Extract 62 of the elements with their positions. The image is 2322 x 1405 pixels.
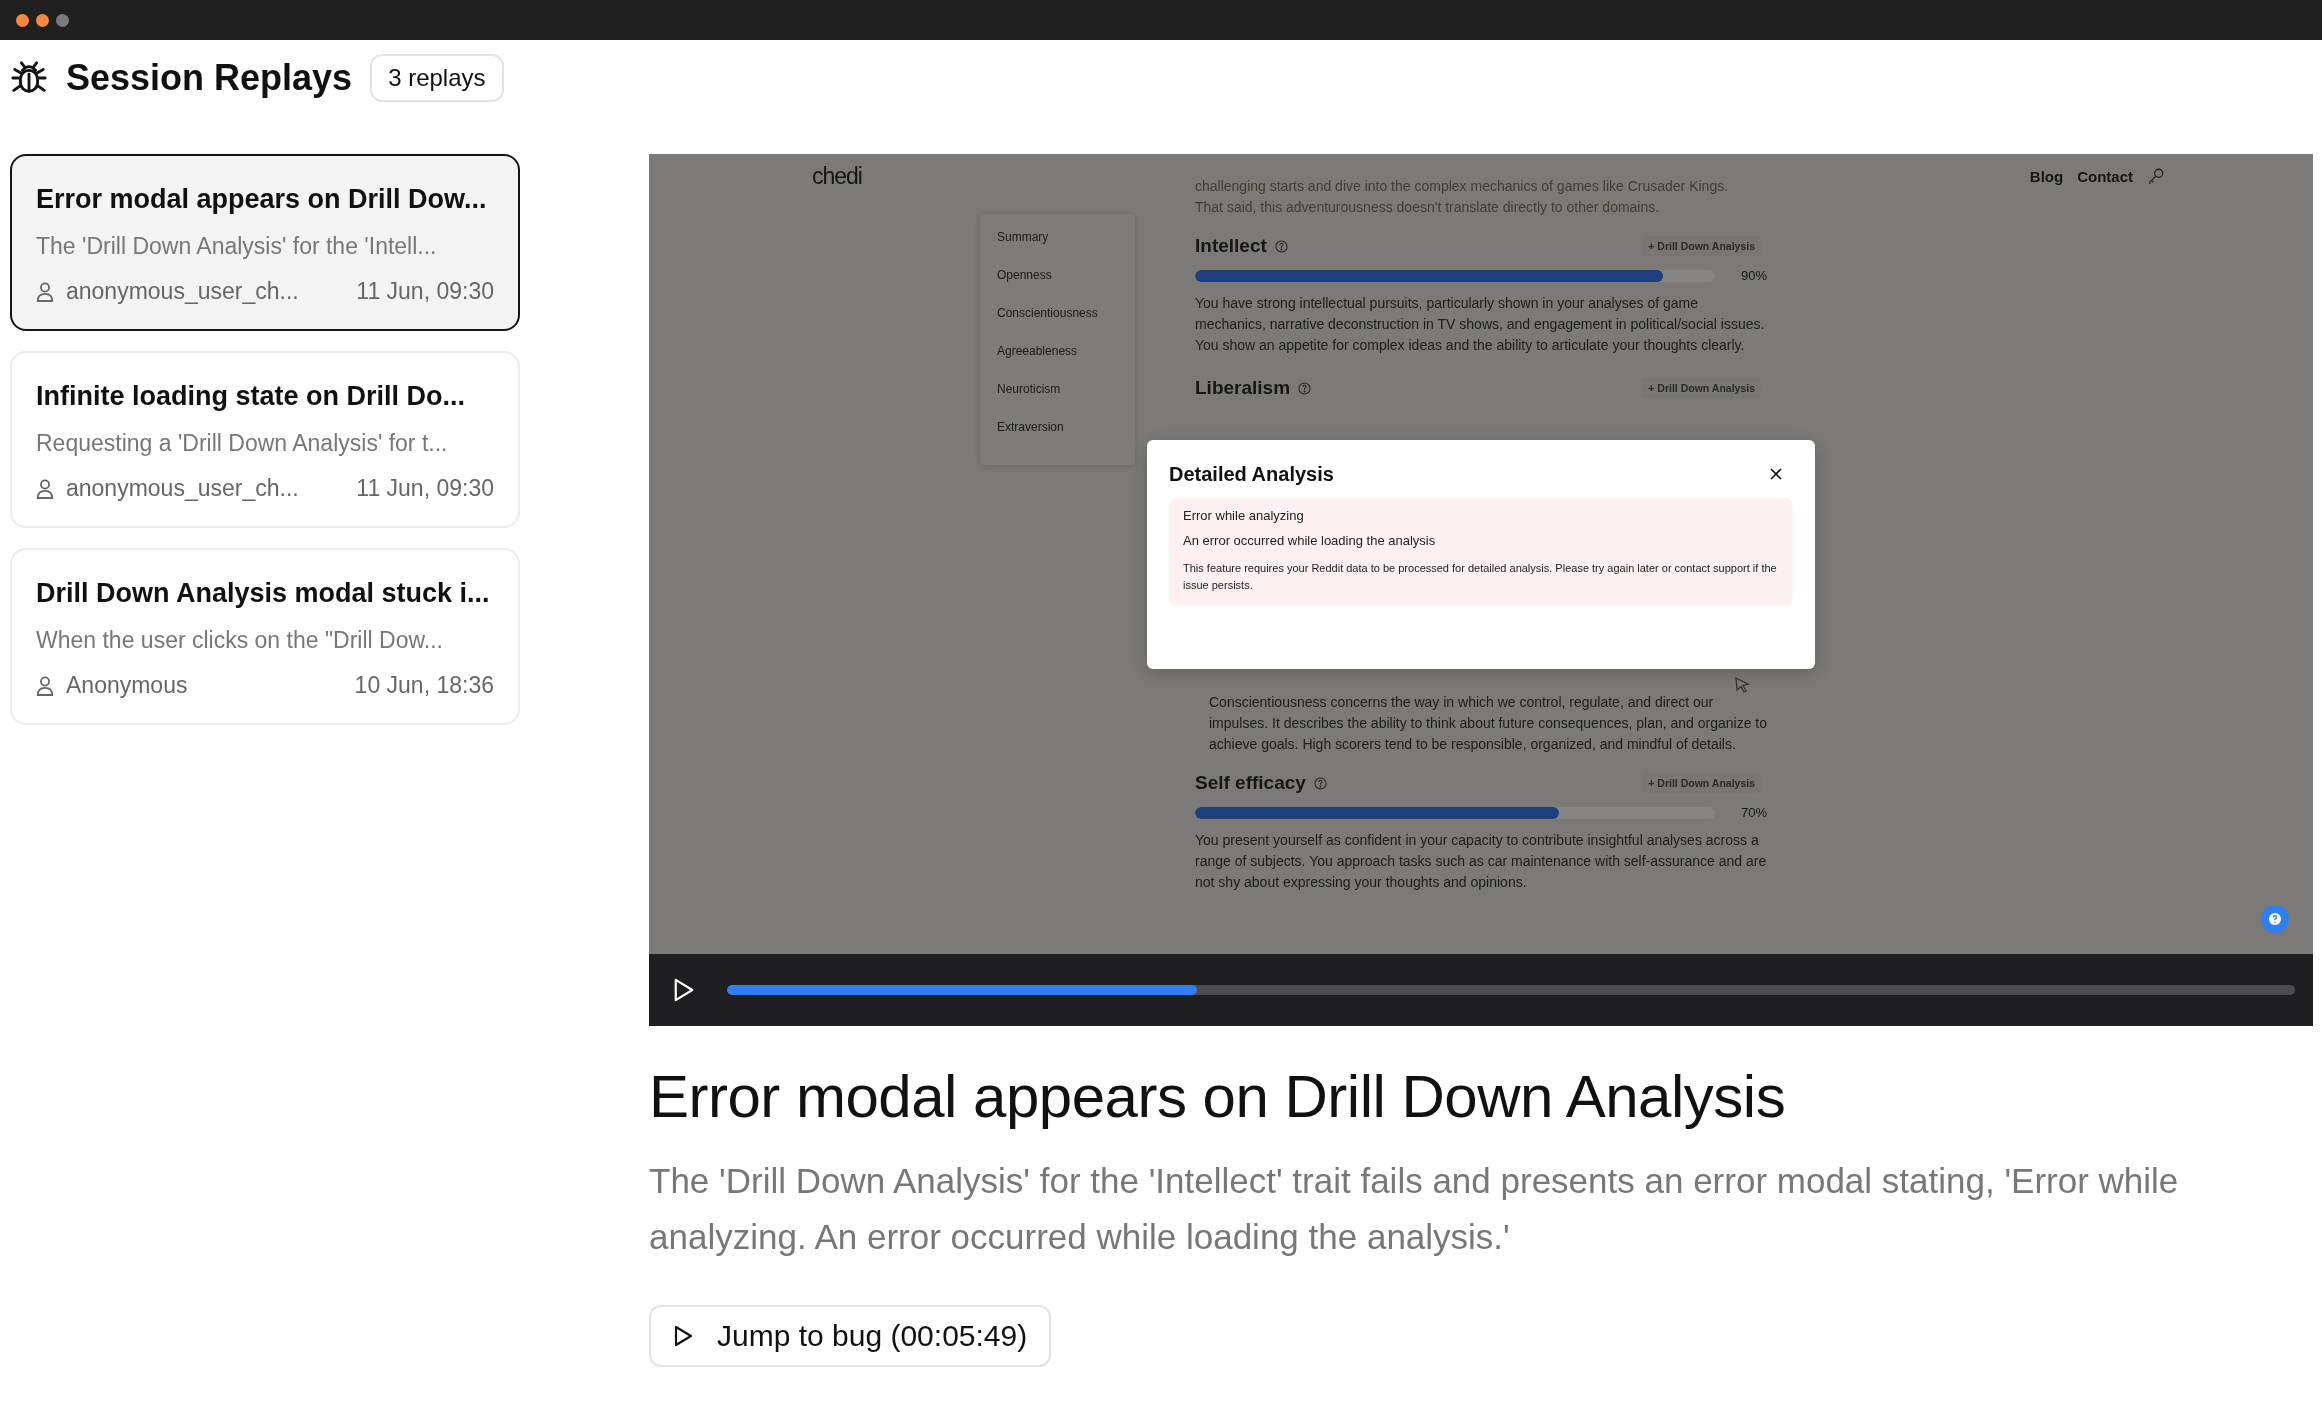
- section-link[interactable]: Summary: [997, 230, 1135, 245]
- trait-description: You have strong intellectual pursuits, particularly shown in your analyses of game mechanics, narrative deconstruction in TV shows, and engagement in political/social issues. You show an appetite for complex ideas and the ability to articulate your thoughts clearly.: [1195, 294, 1766, 355]
- play-button[interactable]: [673, 977, 695, 1003]
- drill-down-button[interactable]: + Drill Down Analysis: [1642, 236, 1761, 256]
- trait-percent: 70%: [1740, 805, 1767, 820]
- play-icon: [673, 1324, 693, 1348]
- trait-description: Conscientiousness concerns the way in which we control, regulate, and direct our impulses. It describes the ability to think about future consequences, plan, and organize to achieve goals. High scorers tend to be responsible, organized, and mindful of details.: [1209, 693, 1768, 754]
- help-icon[interactable]: [1274, 239, 1288, 253]
- replay-user: anonymous_user_ch...: [66, 278, 300, 305]
- page-title: Session Replays: [66, 57, 353, 99]
- section-link[interactable]: Conscientiousness: [997, 306, 1135, 321]
- replay-time: 11 Jun, 09:30: [356, 475, 494, 502]
- replay-card[interactable]: Error modal appears on Drill Dow... The 'Drill Down Analysis' for the 'Intell... anonymous_user_ch... 11 Jun, 09:30: [10, 154, 520, 331]
- replay-summary: The 'Drill Down Analysis' for the 'Intell...: [36, 233, 438, 260]
- zoom-button[interactable]: [56, 13, 69, 27]
- trait-name: Intellect: [1195, 235, 1267, 257]
- replay-title: Drill Down Analysis modal stuck i...: [36, 578, 491, 609]
- section-link[interactable]: Agreeableness: [997, 344, 1135, 359]
- help-icon[interactable]: [1298, 381, 1312, 395]
- trait-description: challenging starts and dive into the complex mechanics of games like Crusader Kings. That said, this adventurousness doesn't translate directly to other domains.: [1195, 177, 1730, 217]
- dialog-title: Detailed Analysis: [1169, 462, 1334, 486]
- drill-down-button[interactable]: + Drill Down Analysis: [1642, 773, 1761, 793]
- close-button[interactable]: [16, 13, 29, 27]
- user-icon: [36, 675, 54, 696]
- question-icon: [2268, 912, 2282, 926]
- cursor-icon: [1734, 676, 1750, 694]
- error-message: An error occurred while loading the analysis: [1183, 533, 1437, 548]
- jump-to-bug-button[interactable]: Jump to bug (00:05:49): [649, 1305, 1052, 1367]
- user-icon: [36, 281, 54, 302]
- section-link[interactable]: Extraversion: [997, 420, 1135, 435]
- replay-title: Error modal appears on Drill Dow...: [36, 184, 488, 215]
- close-icon[interactable]: [1769, 467, 1783, 481]
- replay-time: 11 Jun, 09:30: [356, 278, 494, 305]
- replay-time: 10 Jun, 18:36: [354, 672, 494, 699]
- replay-user: anonymous_user_ch...: [66, 475, 300, 502]
- error-title: Error while analyzing: [1183, 508, 1305, 523]
- bug-title: Error modal appears on Drill Down Analysis: [649, 1062, 1787, 1131]
- user-icon: [36, 478, 54, 499]
- key-icon[interactable]: [2147, 167, 2165, 185]
- nav-link[interactable]: Contact: [2077, 167, 2133, 185]
- help-button[interactable]: [2261, 905, 2289, 933]
- error-detail: This feature requires your Reddit data to be processed for detailed analysis. Please try again later or contact support if the issue persists.: [1183, 561, 1778, 593]
- minimize-button[interactable]: [36, 13, 49, 27]
- trait-name: Liberalism: [1195, 377, 1291, 399]
- section-link[interactable]: Openness: [997, 268, 1135, 283]
- bug-description: The 'Drill Down Analysis' for the 'Intellect' trait fails and presents an error modal stating, 'Error while analyzing. An error occurred while loading the analysis.': [649, 1160, 2180, 1258]
- replay-card[interactable]: Drill Down Analysis modal stuck i... When the user clicks on the "Drill Dow... Anonymous 10 Jun, 18:36: [10, 548, 520, 725]
- progress-bar[interactable]: [727, 985, 2295, 995]
- nav-link[interactable]: Blog: [2029, 167, 2064, 185]
- replay-user: Anonymous: [66, 672, 189, 699]
- trait-percent: 90%: [1740, 268, 1767, 283]
- help-icon[interactable]: [1313, 776, 1327, 790]
- replay-title: Infinite loading state on Drill Do...: [36, 381, 466, 412]
- replay-summary: Requesting a 'Drill Down Analysis' for t...: [36, 430, 449, 457]
- replay-summary: When the user clicks on the "Drill Dow...: [36, 627, 444, 654]
- replay-count-badge: 3 replays: [370, 54, 504, 102]
- section-link[interactable]: Neuroticism: [997, 382, 1135, 397]
- site-logo: chedi: [812, 162, 862, 190]
- trait-name: Self efficacy: [1195, 772, 1306, 794]
- trait-description: You present yourself as confident in your capacity to contribute insightful analyses across a range of subjects. You approach tasks such as car maintenance with self-assurance and are not shy about expressing your thoughts and opinions.: [1195, 831, 1768, 892]
- replay-card[interactable]: Infinite loading state on Drill Do... Requesting a 'Drill Down Analysis' for t... anonymous_user_ch... 11 Jun, 09:30: [10, 351, 520, 528]
- drill-down-button[interactable]: + Drill Down Analysis: [1642, 378, 1761, 398]
